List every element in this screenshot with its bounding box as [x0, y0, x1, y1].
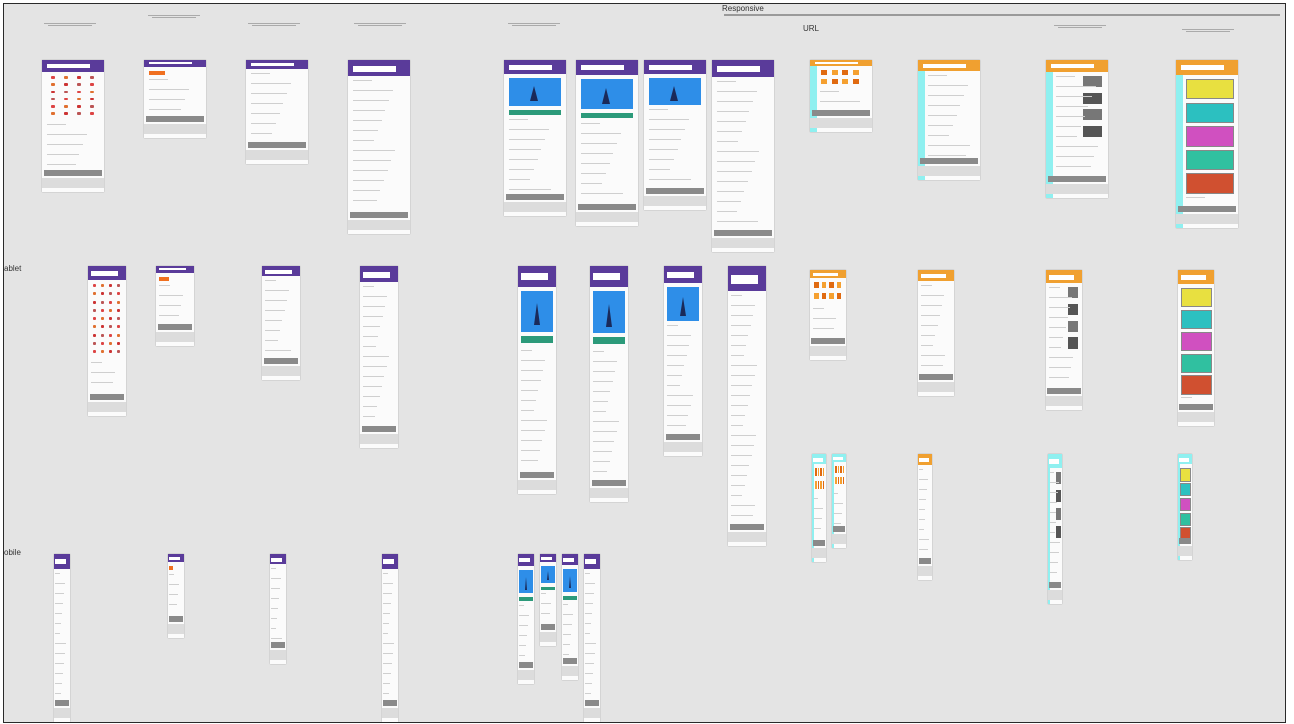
artboard-thumbnail[interactable] [246, 60, 308, 164]
artboard-thumbnail[interactable] [576, 60, 638, 226]
artboard-footer [562, 658, 578, 664]
artboard-thumbnail[interactable] [540, 554, 556, 646]
artboard-footer [54, 700, 70, 706]
artboard-thumbnail[interactable] [664, 266, 702, 456]
artboard-footer [248, 142, 306, 148]
artboard-thumbnail[interactable] [590, 266, 628, 502]
artboard-footer [584, 700, 600, 706]
artboard-footer [1179, 404, 1213, 410]
artboard-caption [350, 22, 410, 27]
design-canvas[interactable]: Responsive URL sktop ablet obile [3, 3, 1286, 723]
artboard-footer [919, 374, 953, 380]
artboard-footer [157, 324, 193, 330]
artboard-thumbnail[interactable] [518, 266, 556, 494]
artboard-footer [1048, 176, 1106, 182]
artboard-thumbnail[interactable] [1178, 454, 1192, 560]
artboard-thumbnail[interactable] [810, 270, 846, 360]
artboard-thumbnail[interactable] [584, 554, 600, 722]
artboard-footer [665, 434, 701, 440]
artboard-footer [382, 700, 398, 706]
artboard-footer [714, 230, 772, 236]
artboard-footer [518, 662, 534, 668]
url-label: URL [803, 24, 820, 33]
artboard-thumbnail[interactable] [918, 60, 980, 180]
artboard-caption [1178, 28, 1238, 33]
artboard-thumbnail[interactable] [348, 60, 410, 234]
artboard-footer [89, 394, 125, 400]
row-label-mobile: obile [4, 548, 21, 557]
artboard-footer [832, 526, 846, 532]
artboard-thumbnail[interactable] [1046, 270, 1082, 410]
artboard-footer [578, 204, 636, 210]
artboard-caption [244, 22, 304, 27]
artboard-thumbnail[interactable] [728, 266, 766, 546]
artboard-footer [540, 624, 556, 630]
artboard-thumbnail[interactable] [504, 60, 566, 216]
section-title: Responsive [722, 4, 764, 13]
artboard-thumbnail[interactable] [918, 270, 954, 396]
artboard-footer [350, 212, 408, 218]
artboard-footer [646, 188, 704, 194]
artboard-thumbnail[interactable] [1048, 454, 1062, 604]
artboard-caption [40, 22, 100, 27]
artboard-thumbnail[interactable] [832, 454, 846, 548]
artboard-thumbnail[interactable] [918, 454, 932, 580]
artboard-thumbnail[interactable] [1176, 60, 1238, 228]
artboard-footer [729, 524, 765, 530]
artboard-caption [144, 14, 204, 19]
artboard-thumbnail[interactable] [168, 554, 184, 638]
artboard-thumbnail[interactable] [518, 554, 534, 684]
artboard-thumbnail[interactable] [360, 266, 398, 448]
artboard-caption [1050, 24, 1110, 29]
artboard-footer [44, 170, 102, 176]
artboard-footer [812, 540, 826, 546]
artboard-thumbnail[interactable] [270, 554, 286, 664]
artboard-thumbnail[interactable] [88, 266, 126, 416]
artboard-footer [1178, 538, 1192, 544]
artboard-thumbnail[interactable] [810, 60, 872, 132]
artboard-footer [1178, 206, 1236, 212]
artboard-footer [812, 110, 870, 116]
artboard-footer [811, 338, 845, 344]
artboard-thumbnail[interactable] [562, 554, 578, 680]
artboard-footer [361, 426, 397, 432]
artboard-footer [591, 480, 627, 486]
artboard-footer [519, 472, 555, 478]
artboard-thumbnail[interactable] [144, 60, 206, 138]
artboard-thumbnail[interactable] [1046, 60, 1108, 198]
artboard-thumbnail[interactable] [712, 60, 774, 252]
section-divider [724, 14, 1280, 16]
artboard-thumbnail[interactable] [42, 60, 104, 192]
artboard-footer [263, 358, 299, 364]
artboard-thumbnail[interactable] [644, 60, 706, 210]
artboard-footer [1048, 582, 1062, 588]
artboard-thumbnail[interactable] [812, 454, 826, 562]
artboard-footer [920, 158, 978, 164]
artboard-footer [146, 116, 204, 122]
artboard-footer [1047, 388, 1081, 394]
artboard-thumbnail[interactable] [382, 554, 398, 722]
artboard-footer [168, 616, 184, 622]
artboard-thumbnail[interactable] [54, 554, 70, 722]
artboard-caption [504, 22, 564, 27]
artboard-thumbnail[interactable] [262, 266, 300, 380]
artboard-footer [270, 642, 286, 648]
artboard-footer [918, 558, 932, 564]
row-label-tablet: ablet [4, 264, 22, 273]
artboard-thumbnail[interactable] [1178, 270, 1214, 426]
artboard-thumbnail[interactable] [156, 266, 194, 346]
artboard-footer [506, 194, 564, 200]
